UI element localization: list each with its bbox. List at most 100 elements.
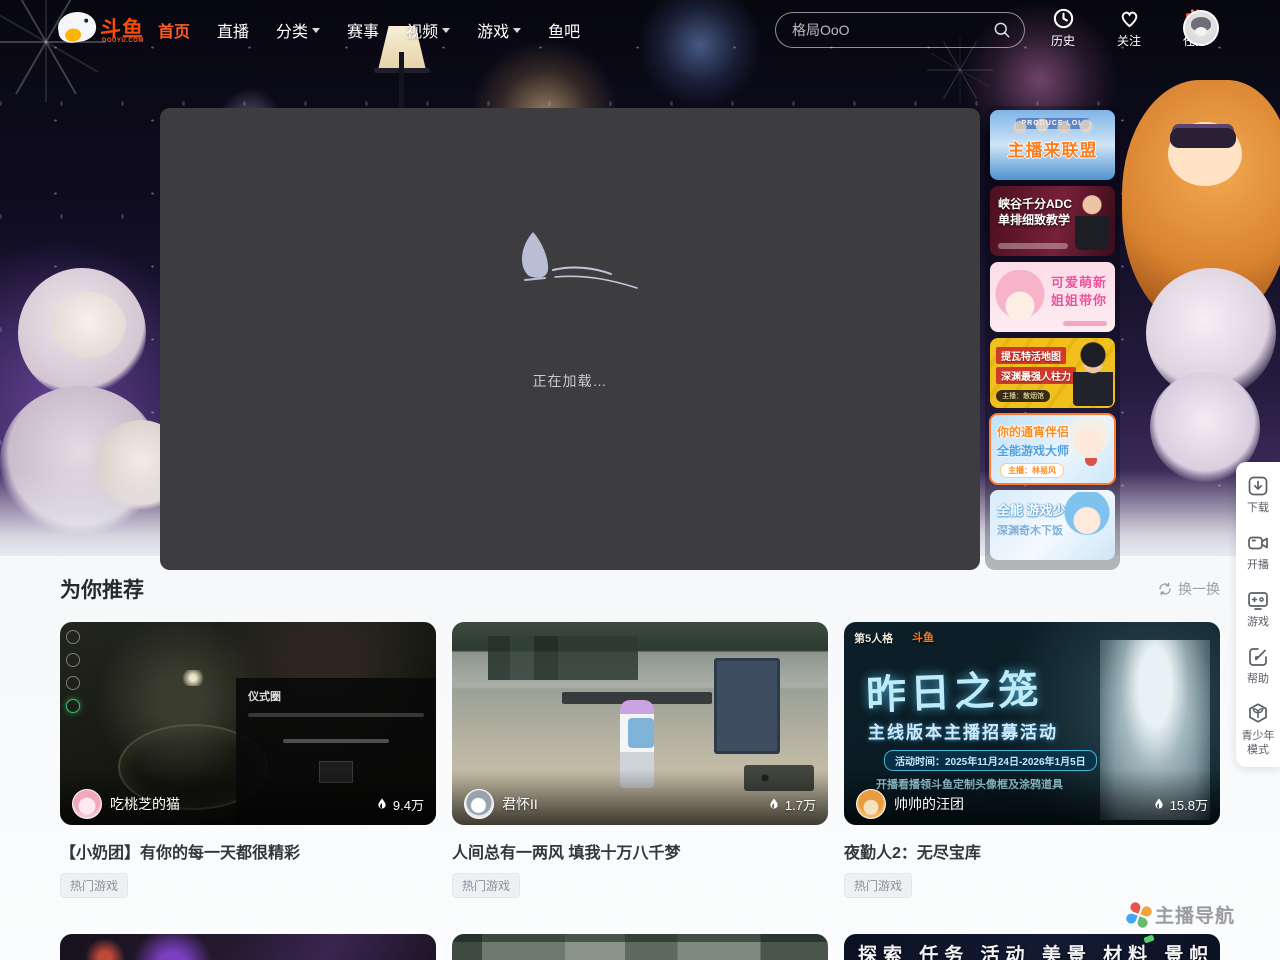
go-live-button[interactable]: 开播 xyxy=(1239,531,1277,572)
stream-thumbnail[interactable]: 仪式圈 吃桃芝的猫 9.4万 xyxy=(60,622,436,825)
edit-help-icon xyxy=(1246,645,1270,669)
top-navigation-bar: 斗鱼 DOUYU.COM 首页 直播 分类 赛事 视频 游戏 鱼吧 历史 关注 xyxy=(0,0,1280,60)
category-tag[interactable]: 热门游戏 xyxy=(844,873,912,898)
banner-all-night-companion[interactable]: 你的通宵伴侣 全能游戏大师 主播：林易风 xyxy=(990,414,1115,484)
chevron-down-icon xyxy=(513,28,521,33)
chevron-down-icon xyxy=(442,28,450,33)
refresh-button[interactable]: 换一换 xyxy=(1157,579,1220,599)
banner-adc-teaching[interactable]: 峡谷千分ADC 单排细致教学 xyxy=(990,186,1115,256)
recommend-section: 为你推荐 换一换 仪式圈 xyxy=(60,556,1220,960)
banner-streamer-badge: 主播：林易风 xyxy=(1000,463,1064,478)
banner-subtext-bar xyxy=(1063,321,1107,326)
douyu-logo[interactable]: 斗鱼 DOUYU.COM xyxy=(58,8,154,52)
partial-thumb-caption: 探索 任务 活动 美景 材料 景帜 xyxy=(858,940,1214,960)
viewer-count: 9.4万 xyxy=(375,795,424,814)
teen-mode-sprout-icon xyxy=(1246,702,1270,726)
stream-thumbnail[interactable]: 第5人格 斗鱼 昨日之笼 主线版本主播招募活动 活动时间：2025年11月24日… xyxy=(844,622,1220,825)
streamer-avatar[interactable] xyxy=(856,789,886,819)
stream-card[interactable]: 第5人格 斗鱼 昨日之笼 主线版本主播招募活动 活动时间：2025年11月24日… xyxy=(844,622,1220,898)
floating-toolbar: 下载 开播 游戏 帮助 青少年模式 xyxy=(1236,462,1280,767)
stream-thumbnail-partial[interactable]: 探索 任务 活动 美景 材料 景帜 xyxy=(844,934,1220,960)
nav-item-yuba[interactable]: 鱼吧 xyxy=(548,18,580,42)
stream-thumbnail[interactable]: 君怀II 1.7万 xyxy=(452,622,828,825)
nav-item-categories[interactable]: 分类 xyxy=(276,18,320,42)
stream-title[interactable]: 人间总有一两风 填我十万八千梦 xyxy=(452,839,828,863)
stream-thumbnail-partial[interactable] xyxy=(452,934,828,960)
camera-icon xyxy=(1246,531,1270,555)
streamer-name: 吃桃芝的猫 xyxy=(110,794,375,814)
streamer-nav-watermark: 主播导航 xyxy=(1128,901,1235,928)
next-card-row: 探索 任务 活动 美景 材料 景帜 xyxy=(60,934,1220,960)
nav-item-games[interactable]: 游戏 xyxy=(477,18,521,42)
stream-card[interactable]: 君怀II 1.7万 人间总有一两风 填我十万八千梦 热门游戏 xyxy=(452,622,828,898)
category-tag[interactable]: 热门游戏 xyxy=(60,873,128,898)
loading-text: 正在加载… xyxy=(533,371,608,391)
nav-item-home[interactable]: 首页 xyxy=(158,18,190,42)
banner-line2: 深渊最强人柱力 xyxy=(996,367,1076,384)
stream-thumbnail-partial[interactable] xyxy=(60,934,436,960)
banner-cute-newbie[interactable]: 可爱萌新 姐姐带你 xyxy=(990,262,1115,332)
banner-lol-union[interactable]: PRODUCE LOL 主播来联盟 xyxy=(990,110,1115,180)
search-icon[interactable] xyxy=(992,20,1012,40)
clock-icon xyxy=(1052,7,1075,30)
banner-subtext-bar xyxy=(998,243,1068,249)
promo-subtitle: 主线版本主播招募活动 xyxy=(868,718,1058,743)
buildings-decoration xyxy=(488,636,638,680)
lamp-pole-decoration xyxy=(399,52,404,114)
douyu-mini-logo: 斗鱼 xyxy=(912,629,934,645)
pinwheel-icon xyxy=(1125,900,1153,928)
banner-line1: 你的通宵伴侣 xyxy=(997,423,1115,440)
nav-item-esports[interactable]: 赛事 xyxy=(347,18,379,42)
banner-produce-lol-label: PRODUCE LOL xyxy=(1016,118,1090,129)
backpack-decoration xyxy=(628,718,654,748)
banner-line1: 全能 游戏少女 xyxy=(997,500,1115,519)
streamer-name: 君怀II xyxy=(502,794,767,814)
heart-icon xyxy=(1118,7,1141,30)
nav-item-videos[interactable]: 视频 xyxy=(406,18,450,42)
text-bar xyxy=(283,739,389,743)
streamer-avatar[interactable] xyxy=(464,789,494,819)
teen-mode-button[interactable]: 青少年模式 xyxy=(1239,702,1277,757)
game-center-button[interactable]: 游戏 xyxy=(1239,588,1277,629)
history-button[interactable]: 历史 xyxy=(1040,7,1086,49)
flame-icon xyxy=(375,797,389,811)
plush-doll-decoration xyxy=(52,292,126,358)
user-avatar[interactable] xyxy=(1183,10,1219,46)
banner-line2: 全能游戏大师 xyxy=(997,442,1115,459)
flame-icon xyxy=(767,797,781,811)
banner-game-girl[interactable]: 全能 游戏少女 深渊奇木下饭 xyxy=(990,490,1115,560)
main-nav: 首页 直播 分类 赛事 视频 游戏 鱼吧 xyxy=(158,0,580,60)
banner-line1: 峡谷千分ADC xyxy=(998,196,1115,212)
banner-teyvat-map[interactable]: 提瓦特活地图 深渊最强人柱力 主播：散烟馆 xyxy=(990,338,1115,408)
banner-streamer-badge: 主播：散烟馆 xyxy=(996,390,1050,402)
identity-v-logo: 第5人格 xyxy=(854,630,893,646)
streamer-name: 帅帅的汪团 xyxy=(894,794,1152,814)
signboard-decoration xyxy=(714,658,780,754)
chevron-down-icon xyxy=(312,28,320,33)
video-player[interactable]: 正在加载… xyxy=(160,108,980,570)
banner-line2: 姐姐带你 xyxy=(990,292,1107,310)
help-button[interactable]: 帮助 xyxy=(1239,645,1277,686)
banner-line1: 可爱萌新 xyxy=(990,274,1107,292)
search-input[interactable] xyxy=(792,22,992,38)
banner-title: 主播来联盟 xyxy=(990,136,1115,161)
streamer-avatar[interactable] xyxy=(72,789,102,819)
nav-item-live[interactable]: 直播 xyxy=(217,18,249,42)
thumbnail-meta: 吃桃芝的猫 9.4万 xyxy=(60,769,436,825)
download-button[interactable]: 下载 xyxy=(1239,474,1277,515)
follow-button[interactable]: 关注 xyxy=(1106,7,1152,49)
section-title: 为你推荐 xyxy=(60,574,144,604)
category-tag[interactable]: 热门游戏 xyxy=(452,873,520,898)
search-box[interactable] xyxy=(775,12,1025,48)
stream-title[interactable]: 夜勤人2：无尽宝库 xyxy=(844,839,1220,863)
banner-line2: 单排细致教学 xyxy=(998,212,1115,228)
stream-title[interactable]: 【小奶团】有你的每一天都很精彩 xyxy=(60,839,436,863)
banner-line1: 提瓦特活地图 xyxy=(996,347,1066,364)
refresh-icon xyxy=(1157,581,1173,597)
promo-title: 昨日之笼 xyxy=(865,657,1043,721)
lantern-glow-decoration xyxy=(180,670,206,686)
flame-icon xyxy=(1152,797,1166,811)
promo-time-badge: 活动时间：2025年11月24日-2026年1月5日 xyxy=(884,750,1097,771)
stream-card[interactable]: 仪式圈 吃桃芝的猫 9.4万 【小奶团】有你的每一天都很精彩 xyxy=(60,622,436,898)
logo-sub-text: DOUYU.COM xyxy=(102,38,144,44)
